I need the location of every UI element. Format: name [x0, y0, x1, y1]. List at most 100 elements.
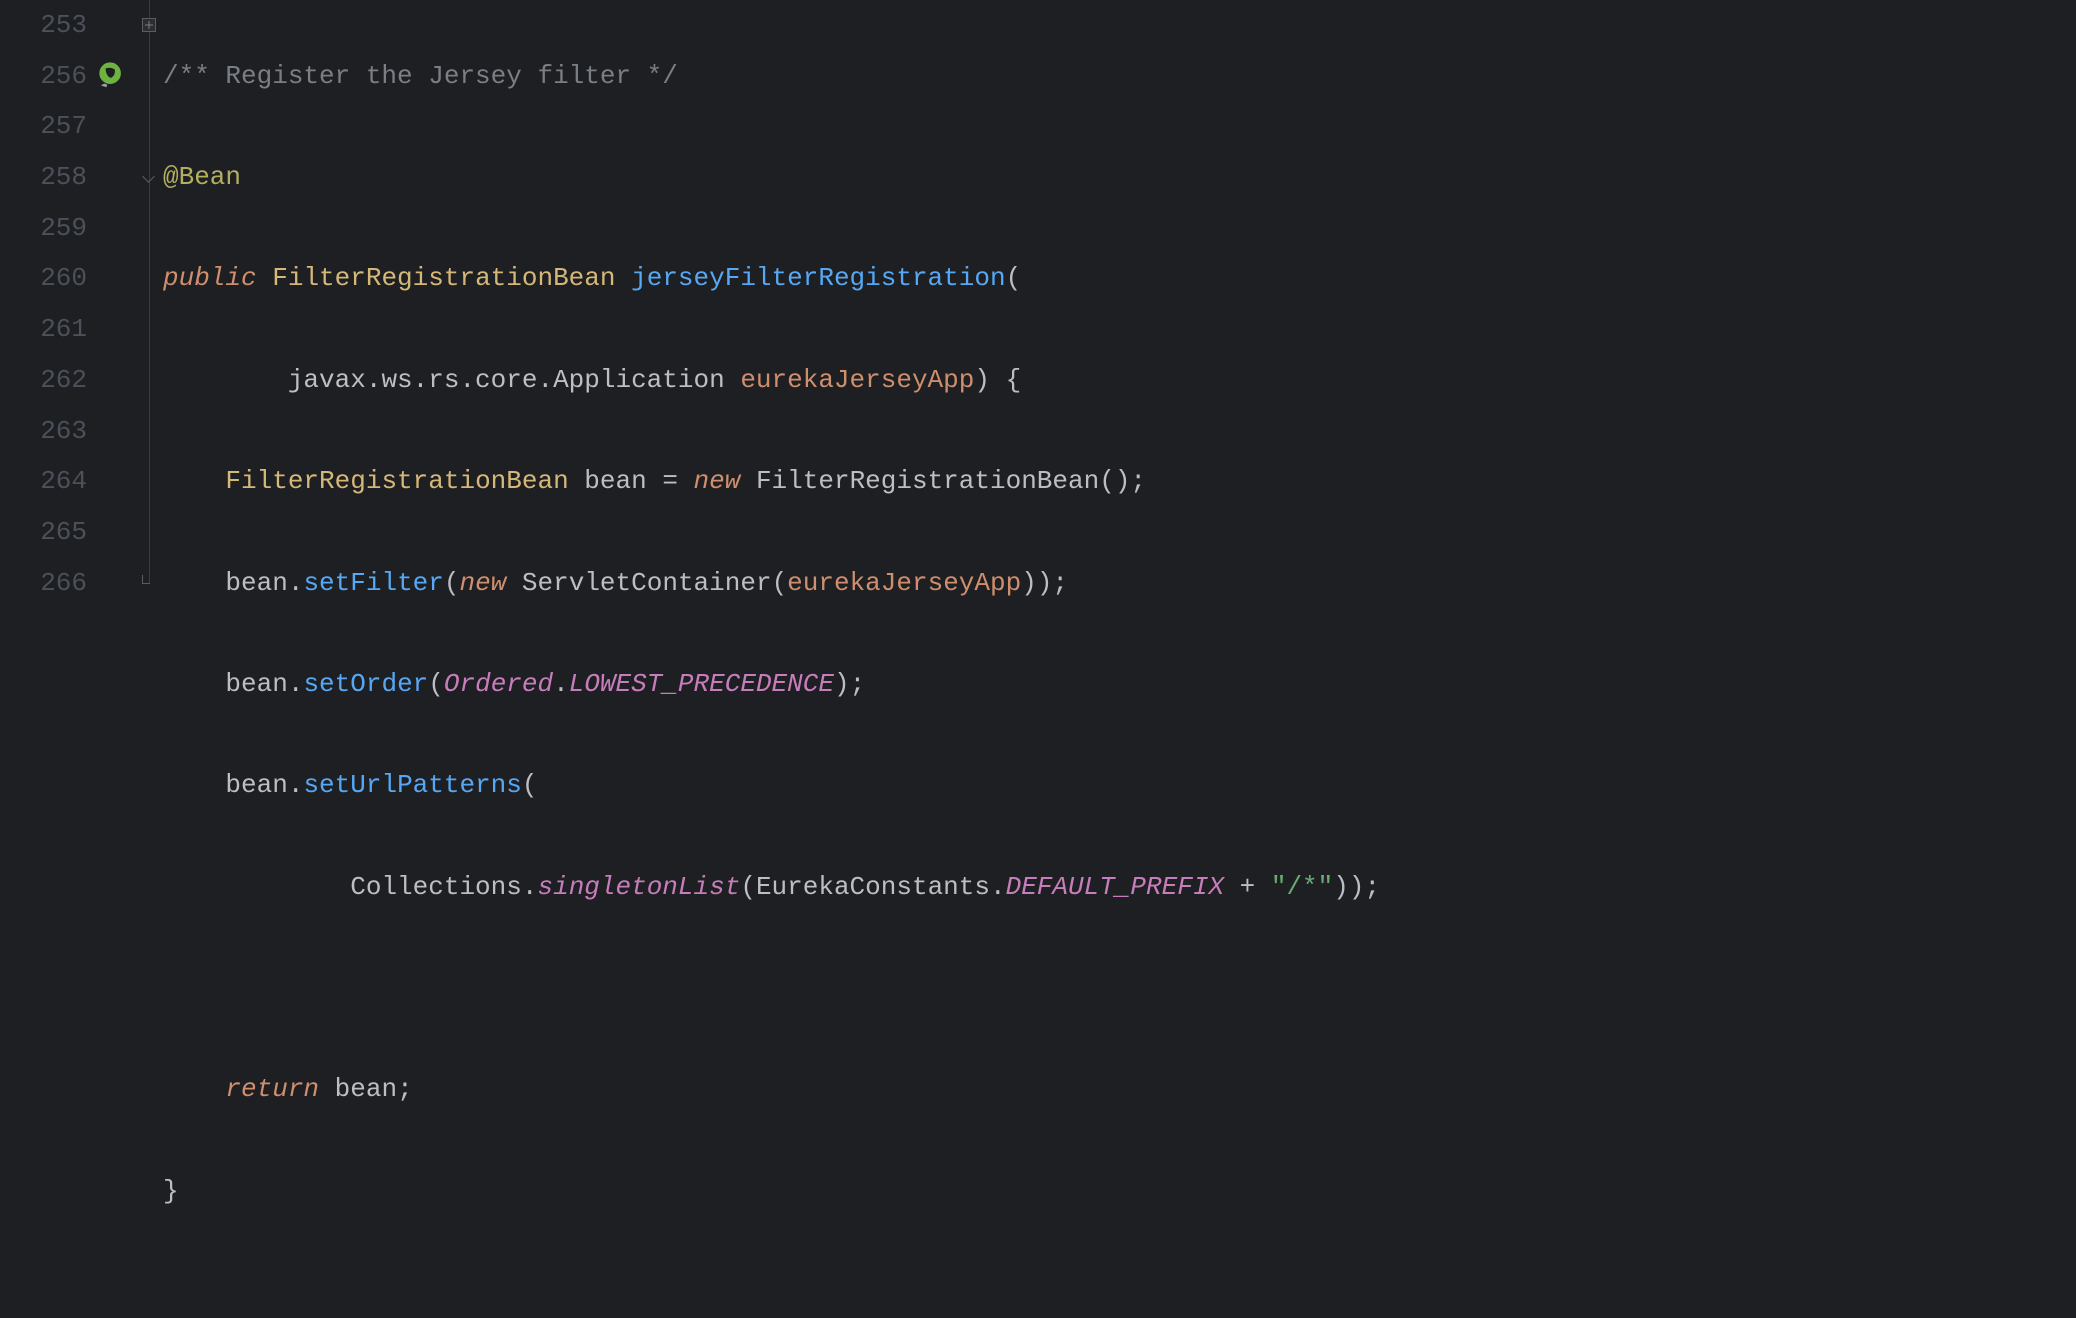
- local-variable: bean: [225, 770, 287, 800]
- code-line[interactable]: @Bean: [163, 152, 2076, 203]
- code-line[interactable]: }: [163, 1166, 2076, 1217]
- gutter-icon-slot[interactable]: [95, 51, 135, 102]
- static-method-call: singletonList: [537, 872, 740, 902]
- method-declaration: jerseyFilterRegistration: [631, 263, 1005, 293]
- fold-guide: [135, 406, 163, 457]
- constant-reference: LOWEST_PRECEDENCE: [569, 669, 834, 699]
- fold-guide: [135, 507, 163, 558]
- type-name: FilterRegistrationBean: [225, 466, 568, 496]
- line-number: 258: [0, 152, 87, 203]
- spring-bean-icon[interactable]: [97, 61, 127, 91]
- qualified-type: javax.ws.rs.core.Application: [288, 365, 725, 395]
- gutter-icon-slot: [95, 101, 135, 152]
- code-line[interactable]: FilterRegistrationBean bean = new Filter…: [163, 456, 2076, 507]
- keyword-new: new: [460, 568, 507, 598]
- string-literal: "/*": [1271, 872, 1333, 902]
- paren-open: (: [772, 568, 788, 598]
- gutter-icon-slot: [95, 152, 135, 203]
- semicolon: ;: [397, 1074, 413, 1104]
- line-number: 256: [0, 51, 87, 102]
- class-reference: Collections: [350, 872, 522, 902]
- annotation: @Bean: [163, 162, 241, 192]
- fold-collapse-icon[interactable]: [135, 152, 163, 203]
- line-number: 260: [0, 253, 87, 304]
- line-number: 263: [0, 406, 87, 457]
- dot: .: [522, 872, 538, 902]
- fold-guide: [135, 203, 163, 254]
- gutter-icon-slot: [95, 355, 135, 406]
- paren-open: (: [428, 669, 444, 699]
- code-line[interactable]: /** Register the Jersey filter */: [163, 51, 2076, 102]
- constructor-call: FilterRegistrationBean: [756, 466, 1099, 496]
- code-line[interactable]: bean.setUrlPatterns(: [163, 760, 2076, 811]
- local-variable: bean: [335, 1074, 397, 1104]
- method-call: setUrlPatterns: [303, 770, 521, 800]
- gutter-icon-slot: [95, 507, 135, 558]
- dot: .: [288, 669, 304, 699]
- keyword-new: new: [694, 466, 741, 496]
- line-number: 253: [0, 0, 87, 51]
- paren-open: (: [740, 872, 756, 902]
- code-line[interactable]: bean.setOrder(Ordered.LOWEST_PRECEDENCE)…: [163, 659, 2076, 710]
- local-variable: bean: [225, 568, 287, 598]
- code-line[interactable]: bean.setFilter(new ServletContainer(eure…: [163, 558, 2076, 609]
- fold-guide: [135, 304, 163, 355]
- fold-end-icon[interactable]: [135, 558, 163, 609]
- assign: =: [647, 466, 694, 496]
- dot: .: [288, 770, 304, 800]
- gutter-icon-slot: [95, 558, 135, 609]
- code-line[interactable]: return bean;: [163, 1064, 2076, 1115]
- type-name: FilterRegistrationBean: [272, 263, 615, 293]
- fold-guide: [135, 253, 163, 304]
- dot: .: [553, 669, 569, 699]
- fold-column: [135, 0, 163, 819]
- dot: .: [288, 568, 304, 598]
- fold-guide: [135, 456, 163, 507]
- gutter-icon-column: [95, 0, 135, 819]
- fold-expand-icon[interactable]: [135, 0, 163, 51]
- gutter-icon-slot: [95, 253, 135, 304]
- line-number: 257: [0, 101, 87, 152]
- fold-guide: [135, 355, 163, 406]
- argument: eurekaJerseyApp: [787, 568, 1021, 598]
- code-line[interactable]: javax.ws.rs.core.Application eurekaJerse…: [163, 355, 2076, 406]
- code-line[interactable]: Collections.singletonList(EurekaConstant…: [163, 862, 2076, 913]
- keyword-public: public: [163, 263, 257, 293]
- method-call: setFilter: [303, 568, 443, 598]
- parameter-name: eurekaJerseyApp: [740, 365, 974, 395]
- local-variable: bean: [225, 669, 287, 699]
- class-reference: Ordered: [444, 669, 553, 699]
- code-text-area[interactable]: /** Register the Jersey filter */ @Bean …: [163, 0, 2076, 819]
- code-line[interactable]: public FilterRegistrationBean jerseyFilt…: [163, 253, 2076, 304]
- gutter-icon-slot: [95, 0, 135, 51]
- local-variable: bean: [584, 466, 646, 496]
- constant-reference: DEFAULT_PREFIX: [1006, 872, 1224, 902]
- code-line[interactable]: [163, 963, 2076, 1014]
- line-number: 259: [0, 203, 87, 254]
- fold-guide: [135, 101, 163, 152]
- call-end: ));: [1333, 872, 1380, 902]
- paren-open: (: [522, 770, 538, 800]
- gutter-icon-slot: [95, 203, 135, 254]
- call-end: ();: [1099, 466, 1146, 496]
- javadoc-comment: /** Register the Jersey filter */: [163, 61, 678, 91]
- line-number: 261: [0, 304, 87, 355]
- line-number: 265: [0, 507, 87, 558]
- gutter-icon-slot: [95, 456, 135, 507]
- line-number-gutter: 253 256 257 258 259 260 261 262 263 264 …: [0, 0, 95, 819]
- dot: .: [990, 872, 1006, 902]
- fold-guide: [135, 51, 163, 102]
- line-number: 262: [0, 355, 87, 406]
- paren-open: (: [444, 568, 460, 598]
- line-number: 264: [0, 456, 87, 507]
- constructor-call: ServletContainer: [522, 568, 772, 598]
- gutter-icon-slot: [95, 304, 135, 355]
- paren-close-brace-open: ) {: [974, 365, 1021, 395]
- method-call: setOrder: [303, 669, 428, 699]
- code-editor[interactable]: 253 256 257 258 259 260 261 262 263 264 …: [0, 0, 2076, 819]
- brace-close: }: [163, 1176, 179, 1206]
- paren-open: (: [1006, 263, 1022, 293]
- line-number: 266: [0, 558, 87, 609]
- call-end: ));: [1021, 568, 1068, 598]
- keyword-return: return: [225, 1074, 319, 1104]
